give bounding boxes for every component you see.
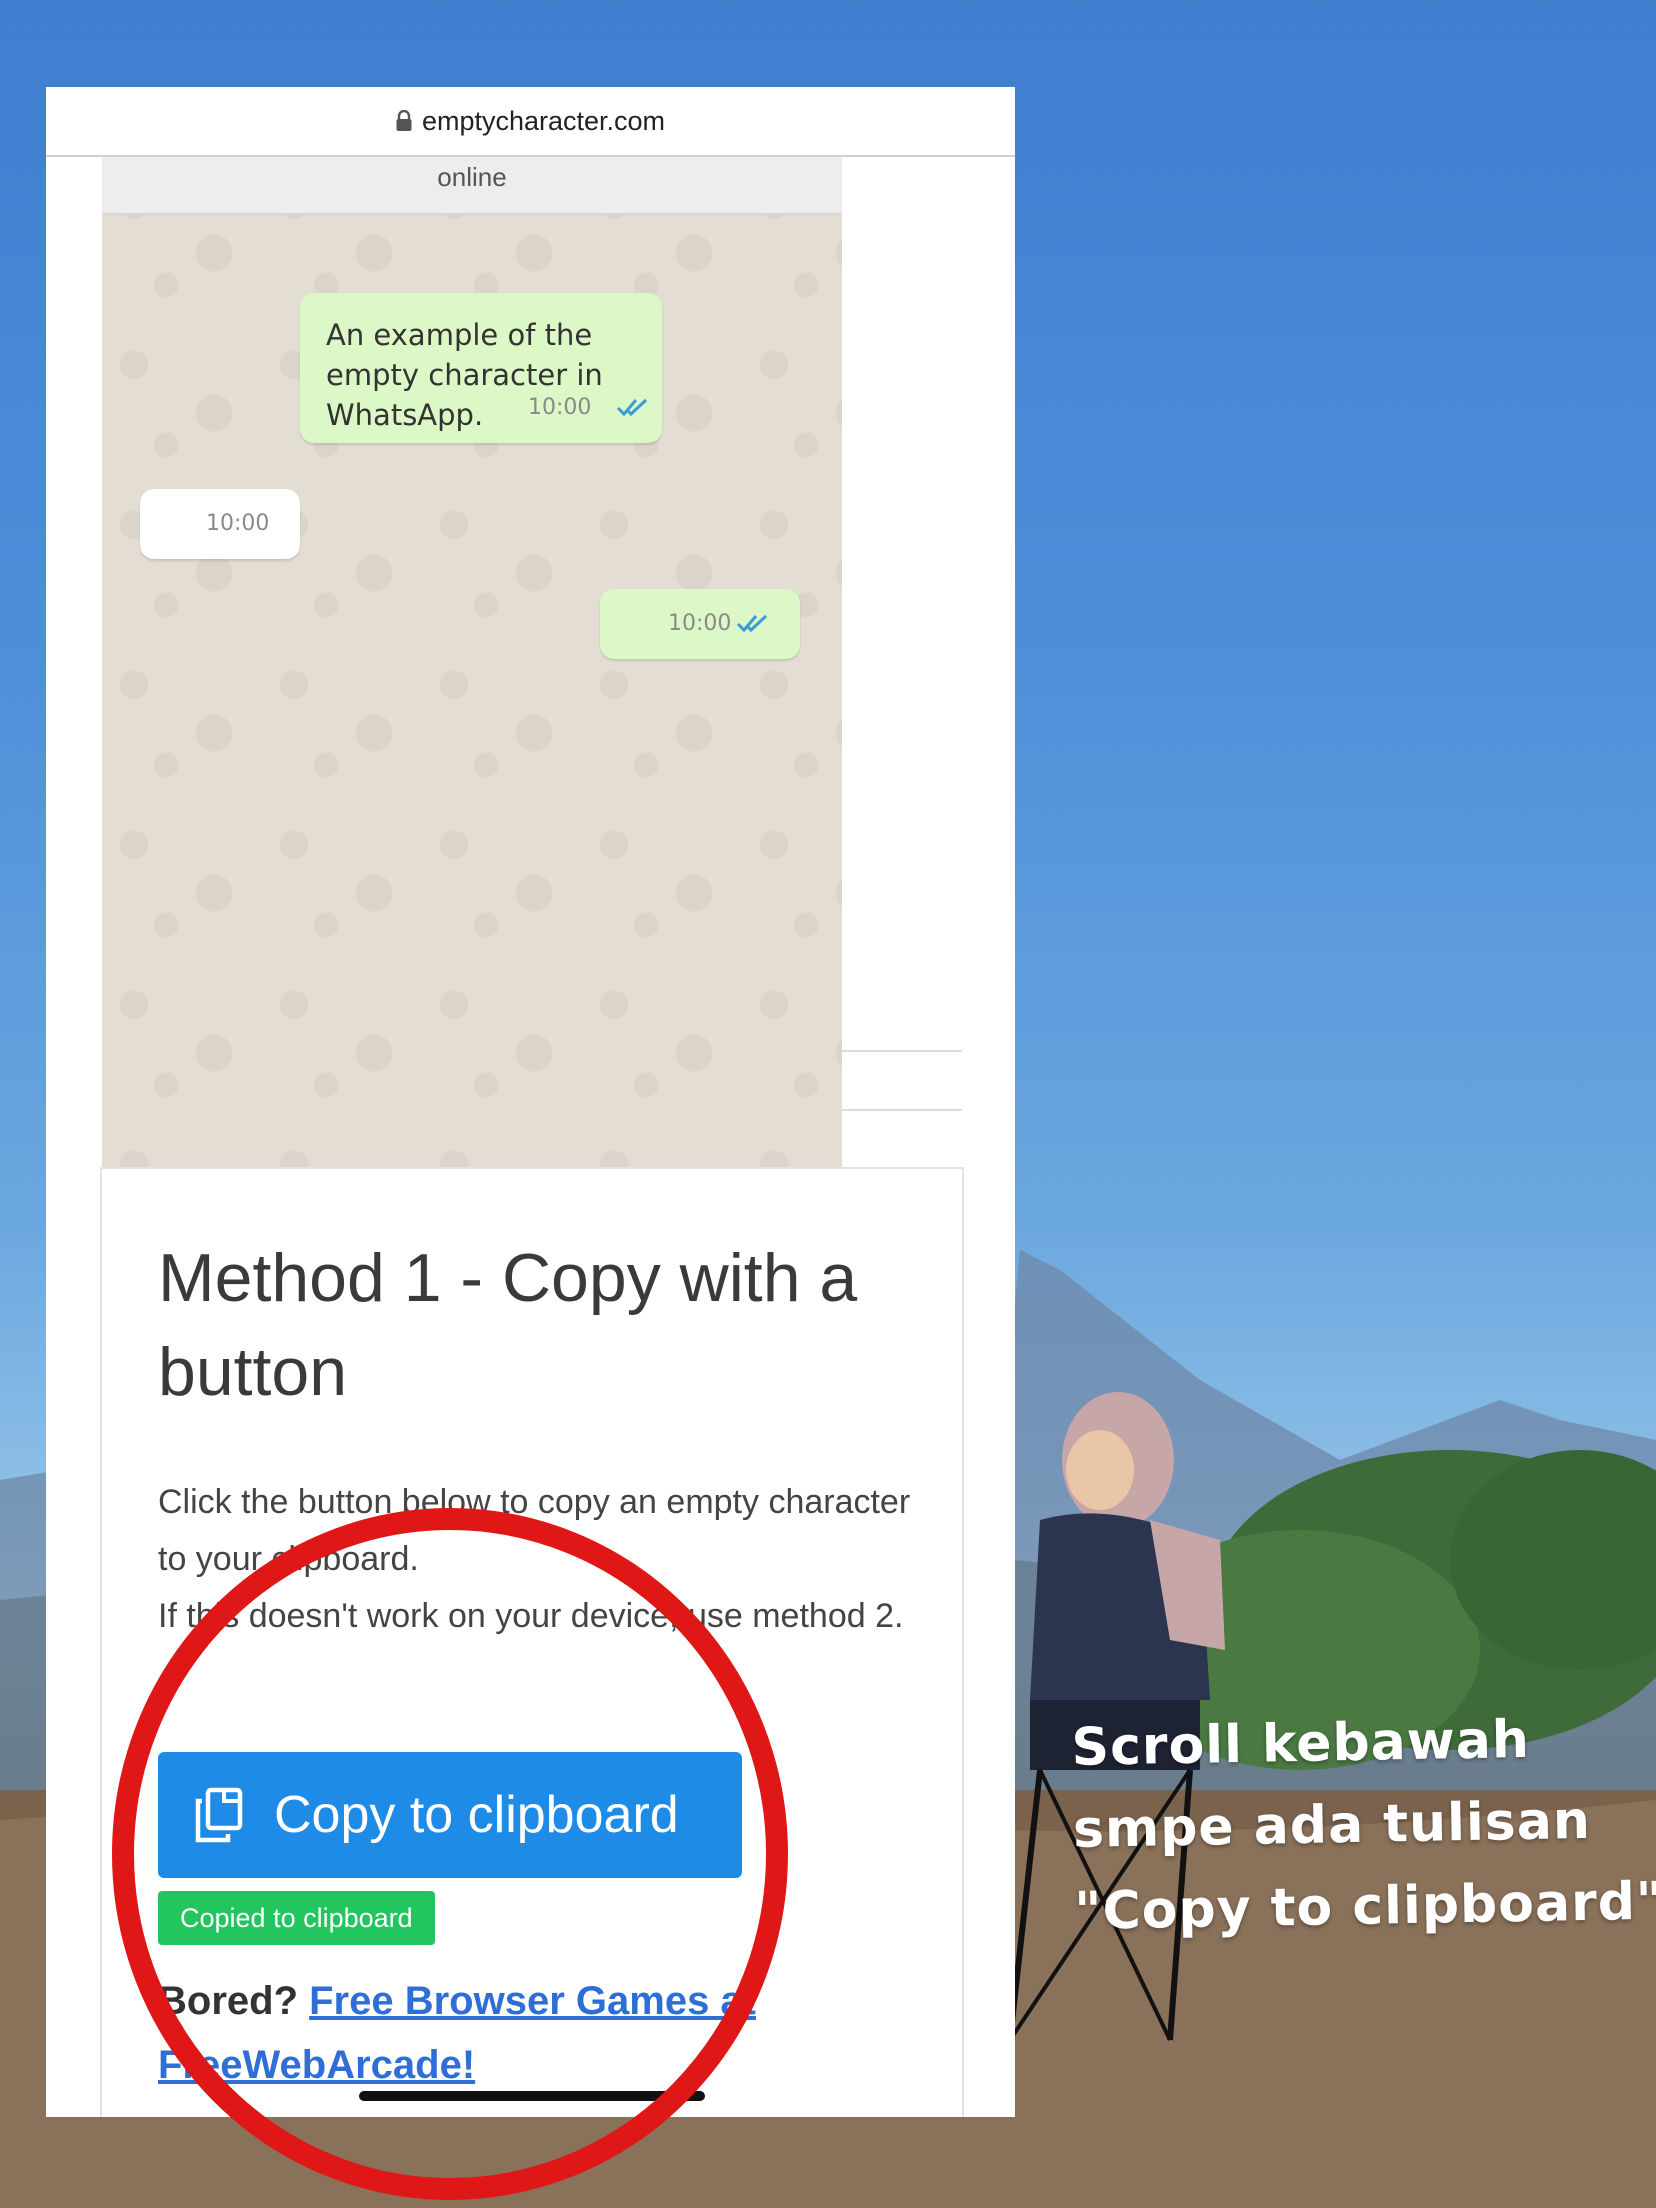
message-time: 10:00 (668, 611, 732, 636)
chat-status: online (437, 162, 507, 192)
incoming-empty-message: 10:00 (140, 489, 300, 559)
method-title: Method 1 - Copy with a button (158, 1240, 858, 1410)
caption-line: Scroll kebawah (1071, 1709, 1531, 1778)
chat-header: online (102, 157, 842, 215)
outgoing-empty-message: 10:00 (600, 589, 800, 659)
double-check-icon (736, 614, 768, 633)
lock-icon (396, 110, 412, 132)
caption-line: "Copy to clipboard" (1073, 1871, 1656, 1942)
outgoing-message: An example of the empty character in Wha… (300, 293, 662, 443)
address-bar[interactable]: emptycharacter.com (46, 87, 1015, 157)
message-text: An example of the empty character in Wha… (326, 318, 603, 432)
message-time: 10:00 (528, 395, 592, 420)
divider (842, 1109, 962, 1111)
whatsapp-example-image: online An example of the empty character… (102, 157, 842, 1255)
divider (842, 1050, 962, 1052)
caption-overlay: Scroll kebawah smpe ada tulisan "Copy to… (1071, 1697, 1656, 1953)
double-check-icon (616, 398, 648, 417)
message-time: 10:00 (206, 511, 270, 536)
annotation-circle (112, 1508, 788, 2200)
caption-line: smpe ada tulisan (1072, 1790, 1592, 1860)
url-text: emptycharacter.com (421, 105, 666, 136)
